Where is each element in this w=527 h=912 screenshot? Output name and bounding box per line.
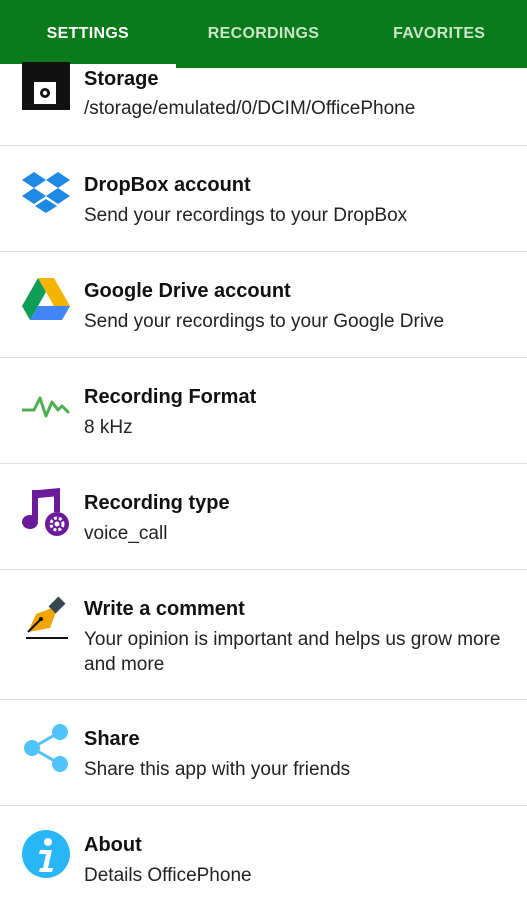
settings-item-title: Share <box>84 728 140 750</box>
share-icon <box>22 724 70 772</box>
fountain-pen-icon <box>22 594 70 642</box>
tab-bar: SETTINGS RECORDINGS FAVORITES <box>0 0 527 68</box>
settings-item-about[interactable]: About Details OfficePhone <box>0 806 527 912</box>
tab-favorites[interactable]: FAVORITES <box>351 0 527 68</box>
settings-item-share[interactable]: Share Share this app with your friends <box>0 700 527 806</box>
settings-item-google-drive[interactable]: Google Drive account Send your recording… <box>0 252 527 358</box>
tab-settings-label: SETTINGS <box>46 25 130 42</box>
waveform-icon <box>22 382 70 430</box>
settings-item-title: DropBox account <box>84 174 251 196</box>
settings-item-dropbox[interactable]: DropBox account Send your recordings to … <box>0 146 527 252</box>
settings-item-subtitle: Your opinion is important and helps us g… <box>84 629 501 675</box>
settings-item-subtitle: 8 kHz <box>84 417 133 438</box>
tab-settings[interactable]: SETTINGS <box>0 0 176 68</box>
settings-item-subtitle: Send your recordings to your DropBox <box>84 205 408 226</box>
settings-item-title: Write a comment <box>84 598 245 620</box>
settings-item-title: Storage <box>84 68 159 90</box>
settings-list: Storage /storage/emulated/0/DCIM/OfficeP… <box>0 62 527 912</box>
google-drive-icon <box>22 276 70 324</box>
settings-item-storage[interactable]: Storage /storage/emulated/0/DCIM/OfficeP… <box>0 62 527 146</box>
floppy-disk-icon <box>22 62 70 110</box>
tab-recordings-label: RECORDINGS <box>207 25 320 42</box>
settings-item-subtitle: Share this app with your friends <box>84 759 351 780</box>
settings-item-subtitle: Send your recordings to your Google Driv… <box>84 311 445 332</box>
settings-item-subtitle: /storage/emulated/0/DCIM/OfficePhone <box>84 98 416 119</box>
settings-item-subtitle: Details OfficePhone <box>84 865 252 886</box>
music-gear-icon <box>22 488 70 536</box>
settings-item-title: About <box>84 834 142 856</box>
settings-item-write-comment[interactable]: Write a comment Your opinion is importan… <box>0 570 527 700</box>
tab-favorites-label: FAVORITES <box>393 25 486 42</box>
settings-item-title: Google Drive account <box>84 280 291 302</box>
info-icon <box>22 830 70 878</box>
tab-recordings[interactable]: RECORDINGS <box>176 0 352 68</box>
settings-item-recording-type[interactable]: Recording type voice_call <box>0 464 527 570</box>
dropbox-icon <box>22 170 70 218</box>
settings-item-title: Recording type <box>84 492 230 514</box>
settings-item-title: Recording Format <box>84 386 257 408</box>
settings-item-subtitle: voice_call <box>84 523 168 544</box>
settings-item-recording-format[interactable]: Recording Format 8 kHz <box>0 358 527 464</box>
